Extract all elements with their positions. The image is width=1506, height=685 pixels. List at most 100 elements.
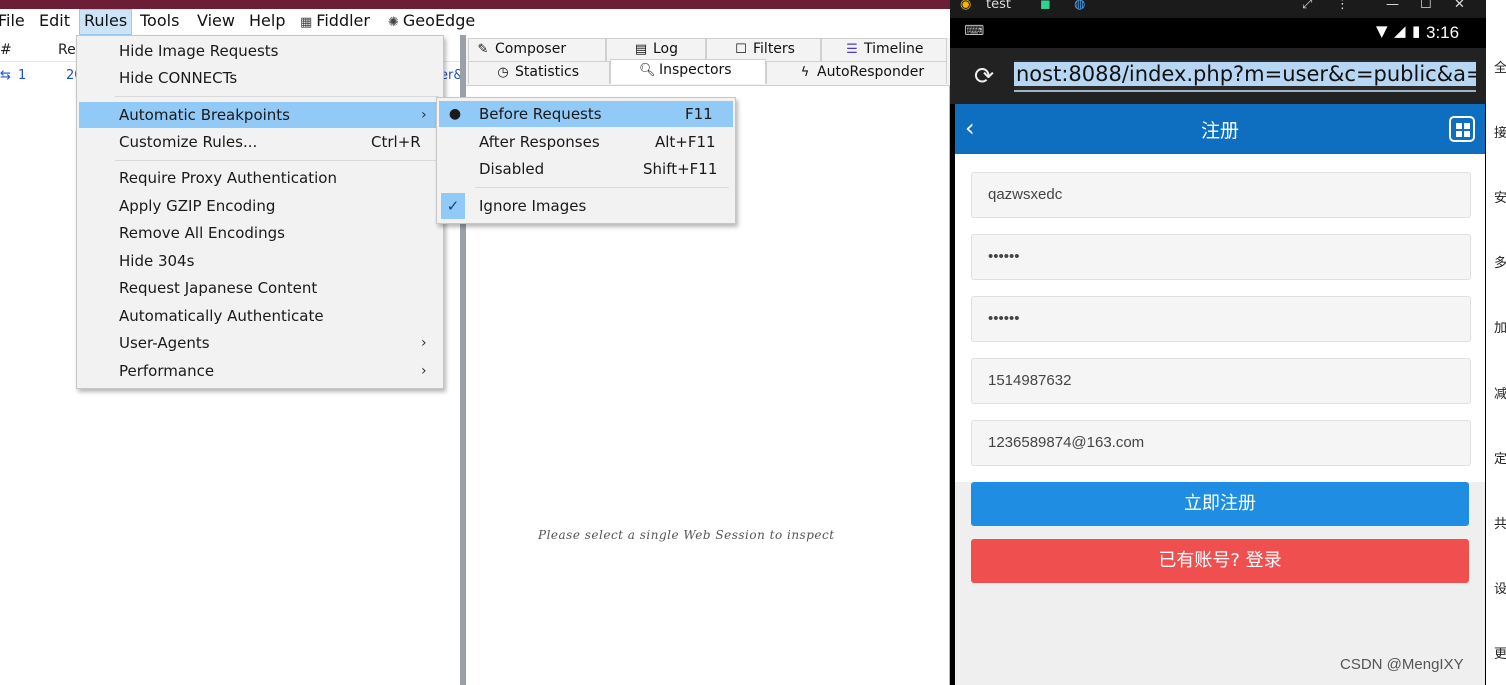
menu-item-user-agents[interactable]: User-Agents › — [79, 330, 441, 356]
confirm-password-input[interactable]: •••••• — [971, 296, 1471, 342]
more-icon[interactable]: ⋮ — [1336, 0, 1349, 12]
menu-item-hide-connects[interactable]: Hide CONNECTs — [79, 65, 441, 91]
column-number[interactable]: # — [0, 42, 12, 58]
menu-separator — [115, 160, 439, 161]
breakpoints-submenu: ● Before Requests F11 After Responses Alt+F… — [436, 97, 736, 224]
tab-filters-label: Filters — [753, 41, 795, 57]
tool-volume-up[interactable]: 加 — [1494, 322, 1506, 336]
tab-autoresponder-label: AutoResponder — [817, 64, 925, 80]
menu-item-apply-gzip[interactable]: Apply GZIP Encoding — [79, 193, 441, 219]
menu-help[interactable]: Help — [245, 9, 289, 35]
menu-item-disabled[interactable]: Disabled Shift+F11 — [439, 156, 733, 182]
lightning-icon: ϟ — [800, 65, 810, 80]
tab-timeline[interactable]: ☰ Timeline — [821, 38, 947, 61]
tool-install[interactable]: 安 — [1494, 192, 1506, 206]
menu-fiddler[interactable]: ▦ Fiddler — [296, 9, 374, 35]
minimize-icon[interactable]: — — [1386, 0, 1399, 12]
menu-item-label: Remove All Encodings — [119, 224, 285, 242]
menu-item-label: Before Requests — [479, 105, 602, 123]
close-icon[interactable]: ✕ — [1454, 0, 1465, 12]
menu-item-hide-304s[interactable]: Hide 304s — [79, 248, 441, 274]
composer-icon: ✎ — [477, 42, 489, 57]
tab-inspectors-label: Inspectors — [659, 62, 732, 78]
menu-file[interactable]: File — [0, 9, 29, 35]
menu-item-hide-image-requests[interactable]: Hide Image Requests — [79, 38, 441, 64]
grid-menu-icon[interactable] — [1449, 116, 1475, 142]
tab-inspectors[interactable]: 🔍︎ Inspectors — [610, 59, 766, 84]
tool-share[interactable]: 共 — [1494, 518, 1506, 532]
inspect-message: Please select a single Web Session to in… — [538, 528, 835, 542]
menu-item-require-proxy-auth[interactable]: Require Proxy Authentication — [79, 165, 441, 191]
radio-bullet-icon: ● — [448, 106, 462, 122]
menu-item-request-japanese[interactable]: Request Japanese Content — [79, 275, 441, 301]
menu-item-label: User-Agents — [119, 334, 210, 352]
menu-item-customize-rules[interactable]: Customize Rules... Ctrl+R — [79, 129, 441, 155]
tab-statistics[interactable]: ◷ Statistics — [468, 61, 610, 84]
menu-separator — [475, 187, 729, 188]
menu-fiddler-label: Fiddler — [316, 11, 370, 30]
menu-item-automatic-breakpoints[interactable]: Automatic Breakpoints › — [79, 102, 441, 128]
tab-composer-label: Composer — [495, 41, 567, 57]
globe-icon: ◍ — [1074, 0, 1086, 12]
column-result[interactable]: Re — [58, 42, 76, 58]
tool-screenshot[interactable]: 接 — [1494, 127, 1506, 141]
menu-item-after-responses[interactable]: After Responses Alt+F11 — [439, 129, 733, 155]
tool-volume-down[interactable]: 减 — [1494, 388, 1506, 402]
tab-filters[interactable]: ☐ Filters — [706, 38, 821, 61]
menu-item-label: Ignore Images — [479, 197, 587, 215]
menu-edit[interactable]: Edit — [35, 9, 74, 35]
submenu-arrow-icon: › — [421, 335, 427, 351]
menu-geoedge[interactable]: ✺ GeoEdge — [384, 9, 479, 35]
menu-item-label: Performance — [119, 362, 215, 380]
url-text: nost:8088/index.php?m=user&c=public&a=re… — [1014, 62, 1476, 86]
reload-icon[interactable]: ⟳ — [974, 62, 994, 90]
tool-more[interactable]: 更 — [1494, 648, 1506, 662]
emulator-tab-title: test — [986, 0, 1011, 12]
tab-composer[interactable]: ✎ Composer — [468, 38, 606, 61]
menu-item-label: Hide Image Requests — [119, 42, 279, 60]
emulator-title-bar: ◉ test ◼ ◍ ⤢ ⋮ — ☐ ✕ — [950, 0, 1486, 18]
phone-input[interactable]: 1514987632 — [971, 358, 1471, 404]
menu-item-label: Require Proxy Authentication — [119, 169, 337, 187]
menu-rules[interactable]: Rules — [79, 9, 133, 35]
menu-item-performance[interactable]: Performance › — [79, 358, 441, 384]
android-emulator: ◉ test ◼ ◍ ⤢ ⋮ — ☐ ✕ ⌨ ▼ ◢ ▮ 3:16 ⟳ nost… — [950, 0, 1486, 685]
tab-log[interactable]: ▤ Log — [606, 38, 706, 61]
tool-location[interactable]: 定 — [1494, 453, 1506, 467]
url-input[interactable]: nost:8088/index.php?m=user&c=public&a=re… — [1014, 60, 1476, 92]
username-input[interactable]: qazwsxedc — [971, 172, 1471, 218]
menu-item-before-requests[interactable]: ● Before Requests F11 — [439, 101, 733, 127]
maximize-icon[interactable]: ☐ — [1420, 0, 1432, 12]
menu-tools[interactable]: Tools — [136, 9, 183, 35]
tab-autoresponder[interactable]: ϟ AutoResponder — [766, 61, 947, 84]
menu-item-shortcut: Ctrl+R — [371, 133, 421, 151]
signal-icon: ◢ — [1394, 22, 1406, 40]
menu-bar: File Edit Rules Tools View Help ▦ Fiddler… — [0, 9, 950, 35]
app-header: ‹ 注册 — [955, 104, 1485, 154]
tab-strip: ✎ Composer ▤ Log ☐ Filters ☰ Timeline ◷ Stati… — [466, 38, 950, 86]
menu-item-label: Apply GZIP Encoding — [119, 197, 276, 215]
register-button[interactable]: 立即注册 — [971, 482, 1469, 526]
email-input[interactable]: 1236589874@163.com — [971, 420, 1471, 466]
login-button[interactable]: 已有账号? 登录 — [971, 539, 1469, 583]
keyboard-icon: ⌨ — [964, 23, 985, 39]
password-input[interactable]: •••••• — [971, 234, 1471, 280]
menu-item-label: Disabled — [479, 160, 545, 178]
emulator-tool-strip: 全 接 安 多 加 减 定 共 设 更 — [1486, 0, 1506, 685]
tool-multi[interactable]: 多 — [1494, 257, 1506, 271]
menu-item-ignore-images[interactable]: ✓ Ignore Images — [439, 193, 733, 219]
tool-fullscreen[interactable]: 全 — [1494, 62, 1506, 76]
tool-settings[interactable]: 设 — [1494, 583, 1506, 597]
restore-icon[interactable]: ⤢ — [1302, 0, 1312, 12]
menu-item-remove-encodings[interactable]: Remove All Encodings — [79, 220, 441, 246]
status-time: 3:16 — [1426, 23, 1460, 42]
menu-item-auto-authenticate[interactable]: Automatically Authenticate — [79, 303, 441, 329]
window-title-strip — [0, 0, 950, 9]
app-icon: ◼ — [1040, 0, 1051, 12]
menu-view[interactable]: View — [193, 9, 239, 35]
tab-log-label: Log — [653, 41, 679, 57]
menu-item-label: Automatic Breakpoints — [119, 106, 290, 124]
menu-item-label: Request Japanese Content — [119, 279, 318, 297]
menu-item-label: Customize Rules... — [119, 133, 258, 151]
chrome-icon: ◉ — [960, 0, 972, 12]
